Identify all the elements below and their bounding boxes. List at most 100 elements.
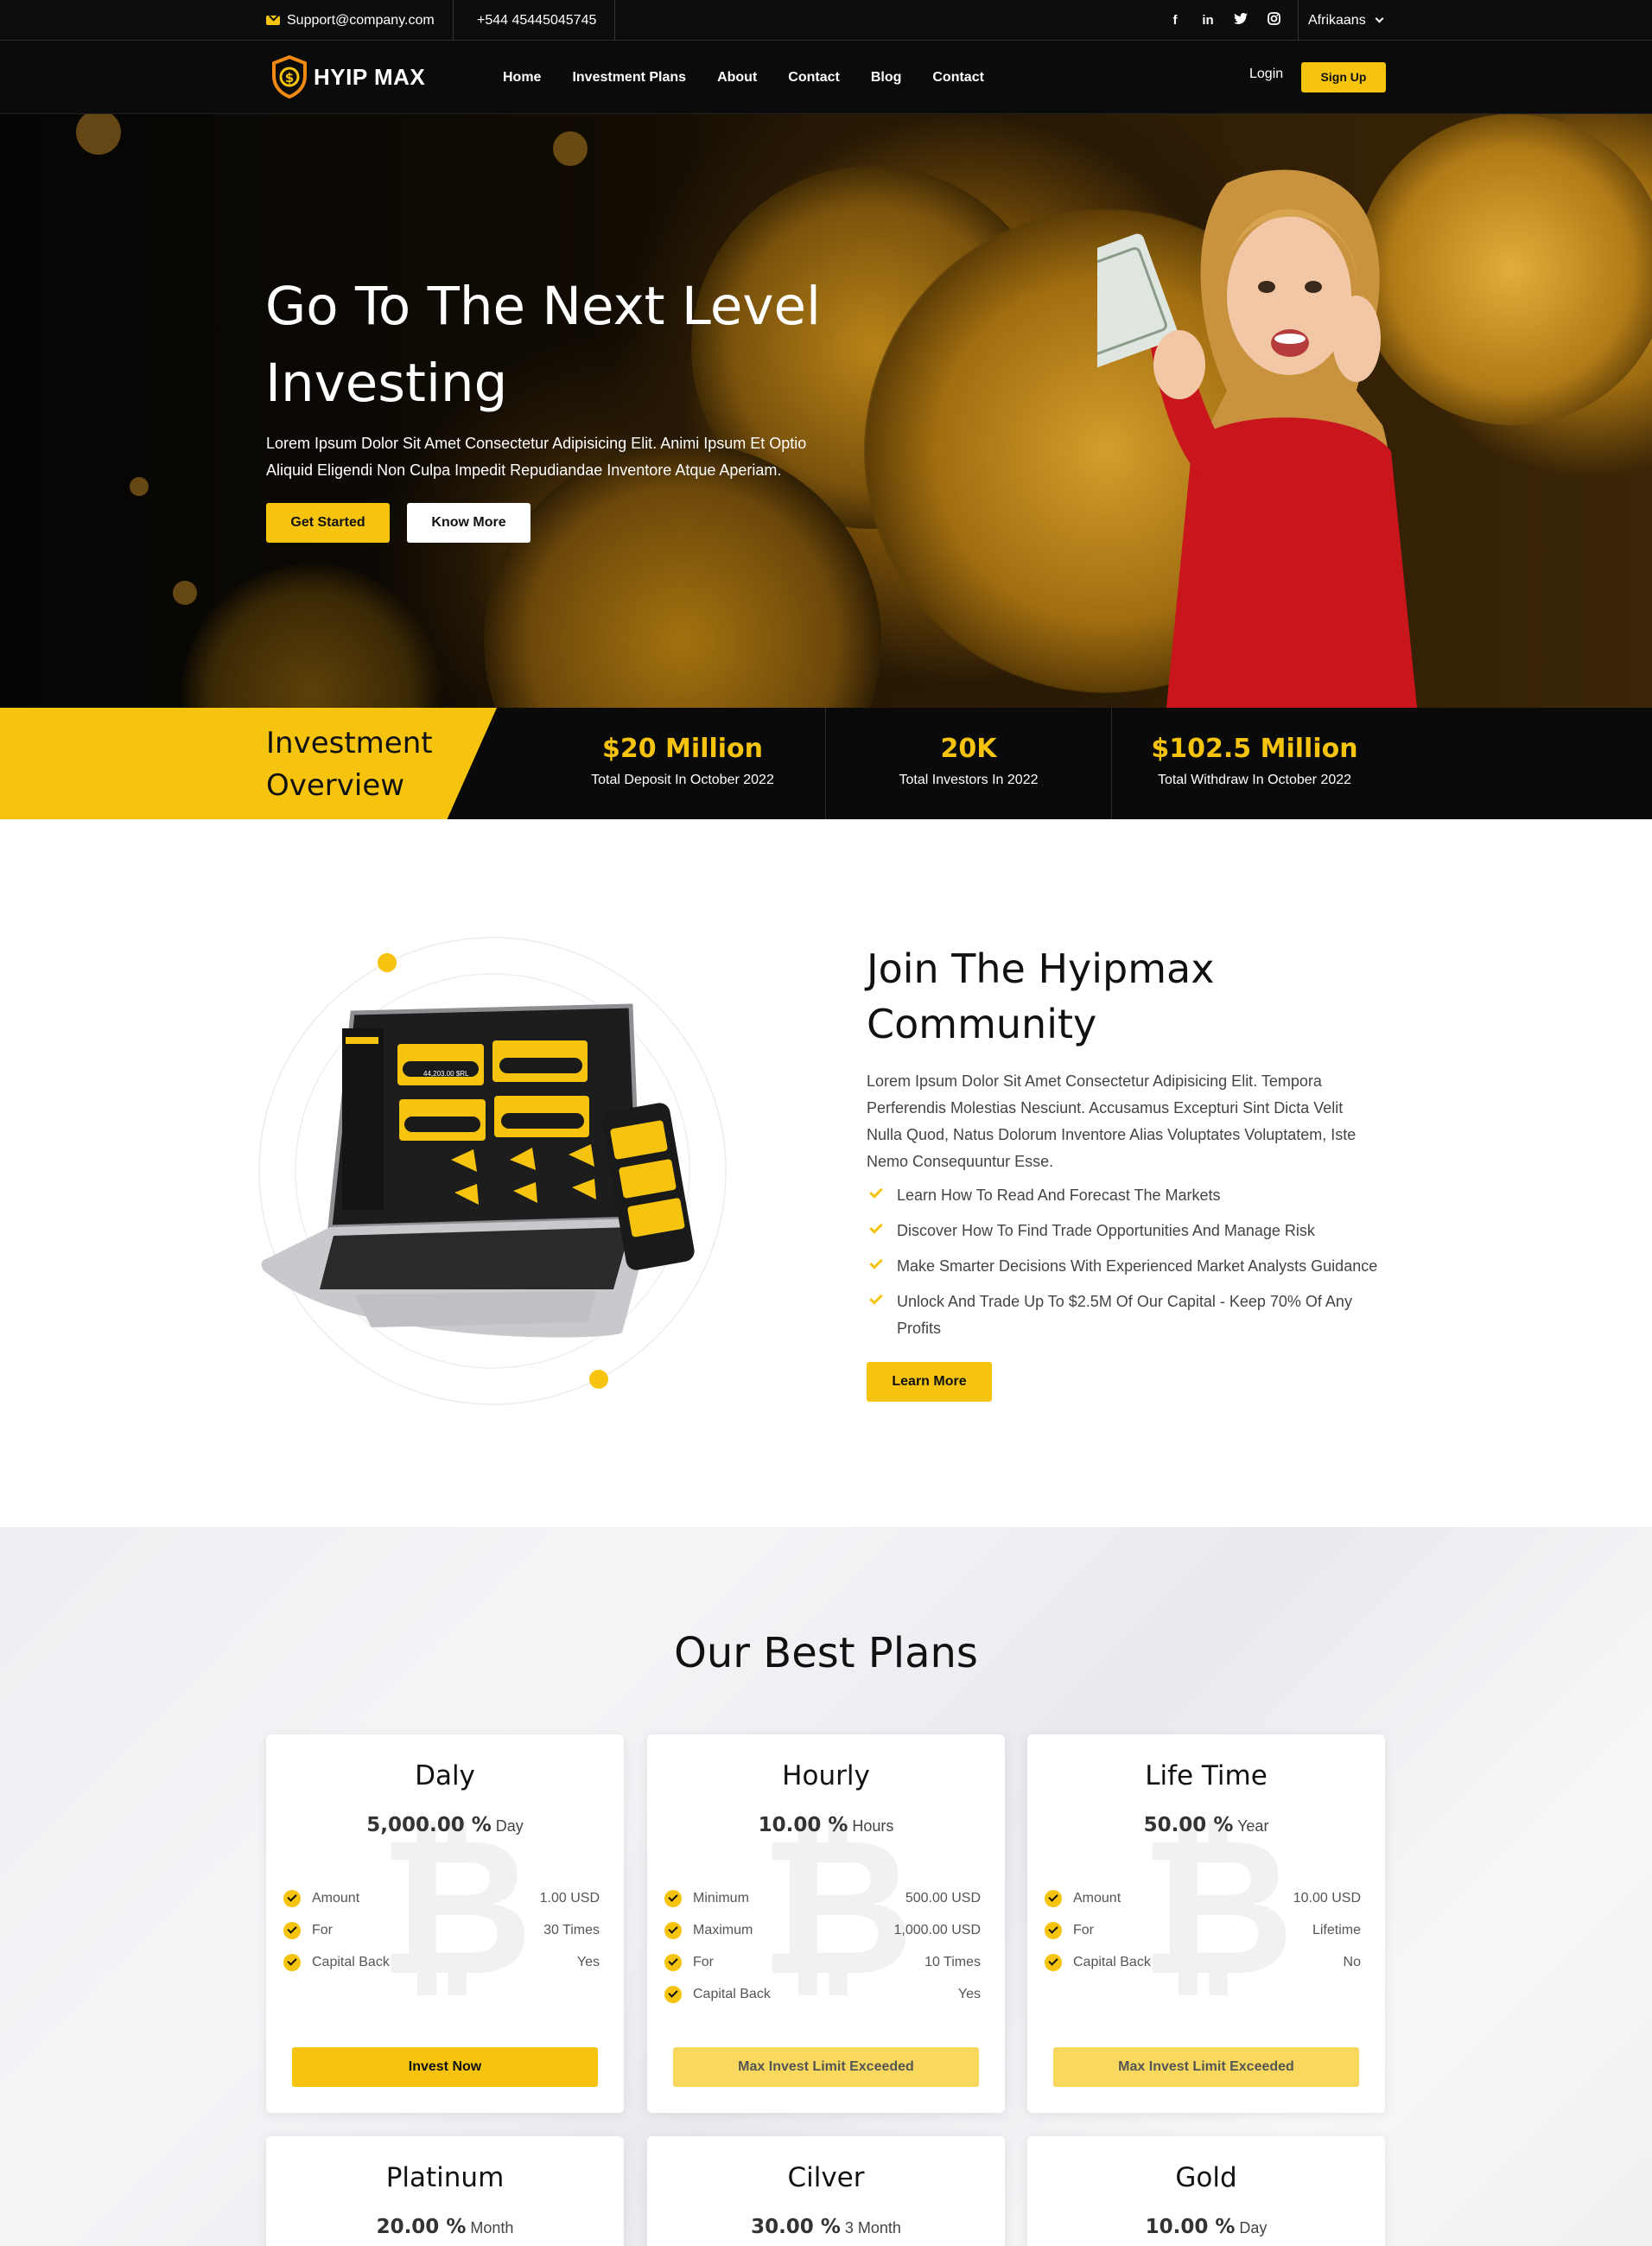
check-circle-icon (664, 1890, 682, 1907)
nav-contact[interactable]: Contact (788, 70, 840, 86)
list-item-text: Discover How To Find Trade Opportunities… (897, 1222, 1315, 1239)
feature-value: 10 Times (924, 1955, 981, 1969)
plan-name: Cilver (787, 2162, 865, 2193)
list-item: Make Smarter Decisions With Experienced … (867, 1253, 1385, 1280)
plan-rate: 10.00 % Day (1027, 2216, 1385, 2238)
topbar-divider (614, 0, 615, 41)
hero-section: Go To The Next Level Investing Lorem Ipsu… (0, 114, 1652, 708)
hero-description: Lorem Ipsum Dolor Sit Amet Consectetur A… (266, 430, 836, 484)
list-item: Unlock And Trade Up To $2.5M Of Our Capi… (867, 1288, 1368, 1342)
nav-contact-2[interactable]: Contact (932, 70, 984, 86)
device-mockup-illustration: 44,203.00 $RL (251, 933, 752, 1417)
check-icon (869, 1220, 883, 1234)
plan-card-gold: Gold 10.00 % Day (1027, 2136, 1385, 2246)
feature-value: 500.00 USD (905, 1891, 981, 1906)
nav-home[interactable]: Home (503, 70, 541, 86)
linkedin-icon[interactable]: in (1201, 13, 1215, 28)
language-label: Afrikaans (1308, 13, 1366, 28)
check-circle-icon (664, 1986, 682, 2003)
list-item-text: Learn How To Read And Forecast The Marke… (897, 1187, 1221, 1204)
learn-more-button[interactable]: Learn More (867, 1362, 992, 1402)
stat-value: $102.5 Million (1151, 734, 1358, 764)
plan-period: Day (495, 1817, 524, 1835)
nav-investment-plans[interactable]: Investment Plans (572, 70, 686, 86)
nav-about[interactable]: About (717, 70, 757, 86)
stat-label: Total Withdraw In October 2022 (1157, 773, 1352, 787)
chevron-down-icon (1375, 14, 1384, 23)
plan-rate-value: 5,000.00 % (366, 1814, 492, 1836)
get-started-button[interactable]: Get Started (266, 503, 390, 543)
plan-card-platinum: Platinum 20.00 % Month (266, 2136, 624, 2246)
check-circle-icon (664, 1954, 682, 1971)
check-circle-icon (283, 1954, 301, 1971)
join-title: Join The Hyipmax Community (867, 941, 1350, 1052)
overview-title-line1: Investment (266, 726, 433, 760)
plan-feature-row: Capital Back Yes (283, 1952, 607, 1973)
max-invest-limit-button[interactable]: Max Invest Limit Exceeded (1053, 2047, 1359, 2087)
support-email[interactable]: Support@company.com (266, 0, 435, 41)
plan-rate-value: 10.00 % (1145, 2216, 1236, 2238)
feature-value: Yes (957, 1987, 981, 2001)
stat-total-deposit: $20 Million Total Deposit In October 202… (540, 708, 825, 819)
hero-title-line2: Investing (265, 353, 508, 414)
bitcoin-coin-image (181, 563, 441, 708)
instagram-icon[interactable] (1267, 12, 1280, 29)
login-link[interactable]: Login (1249, 67, 1283, 82)
envelope-icon (266, 16, 280, 25)
bokeh-light (553, 131, 588, 166)
feature-value: 1,000.00 USD (893, 1923, 981, 1937)
stat-total-withdraw: $102.5 Million Total Withdraw In October… (1112, 708, 1397, 819)
feature-key: For (312, 1923, 333, 1937)
facebook-icon[interactable]: f (1168, 13, 1182, 28)
plan-card-daly: ₿ Daly 5,000.00 % Day Amount 1.00 USD For… (266, 1734, 624, 2113)
investment-overview-bar: Investment Overview $20 Million Total Dep… (0, 708, 1652, 819)
list-item: Learn How To Read And Forecast The Marke… (867, 1182, 1385, 1209)
check-circle-icon (1045, 1890, 1062, 1907)
signup-button[interactable]: Sign Up (1301, 62, 1386, 92)
topbar-divider (1298, 0, 1299, 41)
feature-value: 30 Times (543, 1923, 600, 1937)
nav-blog[interactable]: Blog (871, 70, 902, 86)
max-invest-limit-button[interactable]: Max Invest Limit Exceeded (673, 2047, 979, 2087)
bokeh-light (173, 581, 197, 605)
hero-title-line1: Go To The Next Level (265, 276, 821, 337)
woman-with-cash-image (964, 166, 1477, 708)
plan-name: Platinum (385, 2162, 505, 2193)
brand-logo[interactable]: $ HYIP MAX (270, 54, 425, 99)
feature-key: Maximum (693, 1923, 753, 1937)
feature-key: For (1073, 1923, 1094, 1937)
stat-label: Total Investors In 2022 (899, 773, 1039, 787)
hero-text-line2: Aliquid Eligendi Non Culpa Impedit Repud… (266, 461, 782, 479)
feature-value: Yes (576, 1955, 600, 1969)
overview-title-line2: Overview (266, 768, 405, 803)
plan-period: 3 Month (844, 2219, 901, 2236)
plan-feature-row: For 10 Times (664, 1952, 988, 1973)
plan-card-life-time: ₿ Life Time 50.00 % Year Amount 10.00 USD… (1027, 1734, 1385, 2113)
invest-now-button[interactable]: Invest Now (292, 2047, 598, 2087)
shield-dollar-icon: $ (270, 54, 308, 99)
twitter-icon[interactable] (1234, 12, 1248, 29)
bokeh-light (130, 477, 149, 496)
plan-rate-value: 10.00 % (758, 1814, 848, 1836)
feature-key: Minimum (693, 1891, 749, 1906)
plan-period: Month (470, 2219, 514, 2236)
hero-text-line1: Lorem Ipsum Dolor Sit Amet Consectetur A… (266, 435, 807, 452)
support-phone[interactable]: +544 45445045745 (477, 0, 596, 41)
main-navbar: $ HYIP MAX Home Investment Plans About C… (0, 41, 1652, 114)
check-circle-icon (1045, 1922, 1062, 1939)
check-circle-icon (1045, 1954, 1062, 1971)
feature-key: Capital Back (312, 1955, 390, 1969)
feature-value: 1.00 USD (539, 1891, 600, 1906)
plan-rate-value: 20.00 % (376, 2216, 467, 2238)
plan-name: Life Time (1145, 1760, 1268, 1791)
feature-key: For (693, 1955, 714, 1969)
benefits-list: Learn How To Read And Forecast The Marke… (867, 1182, 1385, 1351)
support-email-text: Support@company.com (287, 13, 435, 28)
feature-key: Amount (1073, 1891, 1121, 1906)
social-links: f in (1168, 0, 1280, 41)
language-select[interactable]: Afrikaans (1308, 0, 1384, 41)
join-description: Lorem Ipsum Dolor Sit Amet Consectetur A… (867, 1072, 1357, 1170)
plan-period: Year (1237, 1817, 1269, 1835)
plan-rate: 20.00 % Month (266, 2216, 624, 2238)
know-more-button[interactable]: Know More (407, 503, 531, 543)
